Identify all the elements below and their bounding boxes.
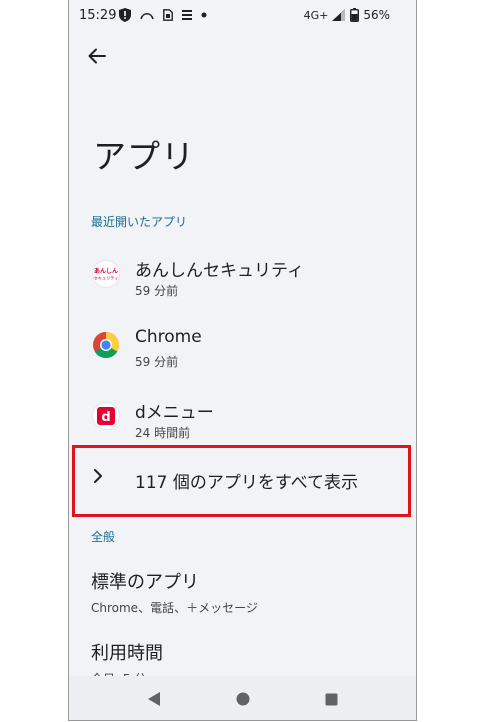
arrow-back-icon — [88, 48, 106, 64]
svg-text:あんしん: あんしん — [94, 267, 118, 275]
page-title: アプリ — [93, 137, 195, 176]
signal-icon — [332, 9, 346, 21]
highlight-box — [72, 445, 411, 517]
app-name: あんしんセキュリティ — [135, 261, 304, 281]
navigation-bar — [69, 676, 416, 720]
notification-icons — [119, 8, 207, 22]
circle-home-icon — [236, 692, 249, 706]
app-last-used: 59 分前 — [135, 355, 179, 369]
nav-home-button[interactable] — [223, 679, 263, 719]
setting-title: 利用時間 — [91, 643, 163, 664]
status-right: 4G+ 56% — [304, 8, 390, 22]
default-apps-item[interactable]: 標準のアプリ Chrome、電話、＋メッセージ — [91, 568, 411, 616]
battery-percent: 56% — [363, 8, 390, 22]
battery-icon — [350, 8, 360, 22]
app-last-used: 59 分前 — [135, 284, 179, 298]
general-header: 全般 — [91, 530, 116, 544]
network-type: 4G+ — [303, 8, 329, 22]
triangle-back-icon — [147, 692, 160, 706]
recent-apps-header: 最近開いたアプリ — [91, 215, 188, 229]
app-row-anshin-security[interactable]: あんしん セキュリティ あんしんセキュリティ 59 分前 — [69, 256, 416, 318]
setting-subtitle: Chrome、電話、＋メッセージ — [91, 601, 258, 615]
chrome-icon — [92, 331, 120, 359]
sim-card-icon — [163, 9, 173, 21]
dot-icon — [201, 12, 207, 18]
shield-icon — [119, 8, 131, 22]
phone-screen: 15:29 4G+ 56% アプリ 最近開いたアプリ あんしん セキュリティ あん… — [68, 0, 417, 721]
app-name: dメニュー — [135, 403, 214, 423]
setting-title: 標準のアプリ — [91, 572, 199, 593]
app-name: Chrome — [135, 327, 202, 347]
nav-back-button[interactable] — [134, 679, 174, 719]
nav-recents-button[interactable] — [312, 679, 352, 719]
arc-icon — [140, 12, 154, 20]
svg-text:セキュリティ: セキュリティ — [94, 275, 119, 281]
status-bar: 15:29 4G+ 56% — [69, 0, 416, 32]
signal-meter-icon — [182, 10, 192, 20]
app-last-used: 24 時間前 — [135, 426, 191, 440]
dmenu-icon: d — [92, 402, 120, 430]
app-row-chrome[interactable]: Chrome 59 分前 — [69, 327, 416, 389]
anshin-security-icon: あんしん セキュリティ — [92, 260, 120, 288]
svg-text:d: d — [101, 410, 110, 425]
back-button[interactable] — [83, 44, 111, 68]
square-recents-icon — [325, 693, 338, 705]
status-time: 15:29 — [79, 8, 117, 23]
